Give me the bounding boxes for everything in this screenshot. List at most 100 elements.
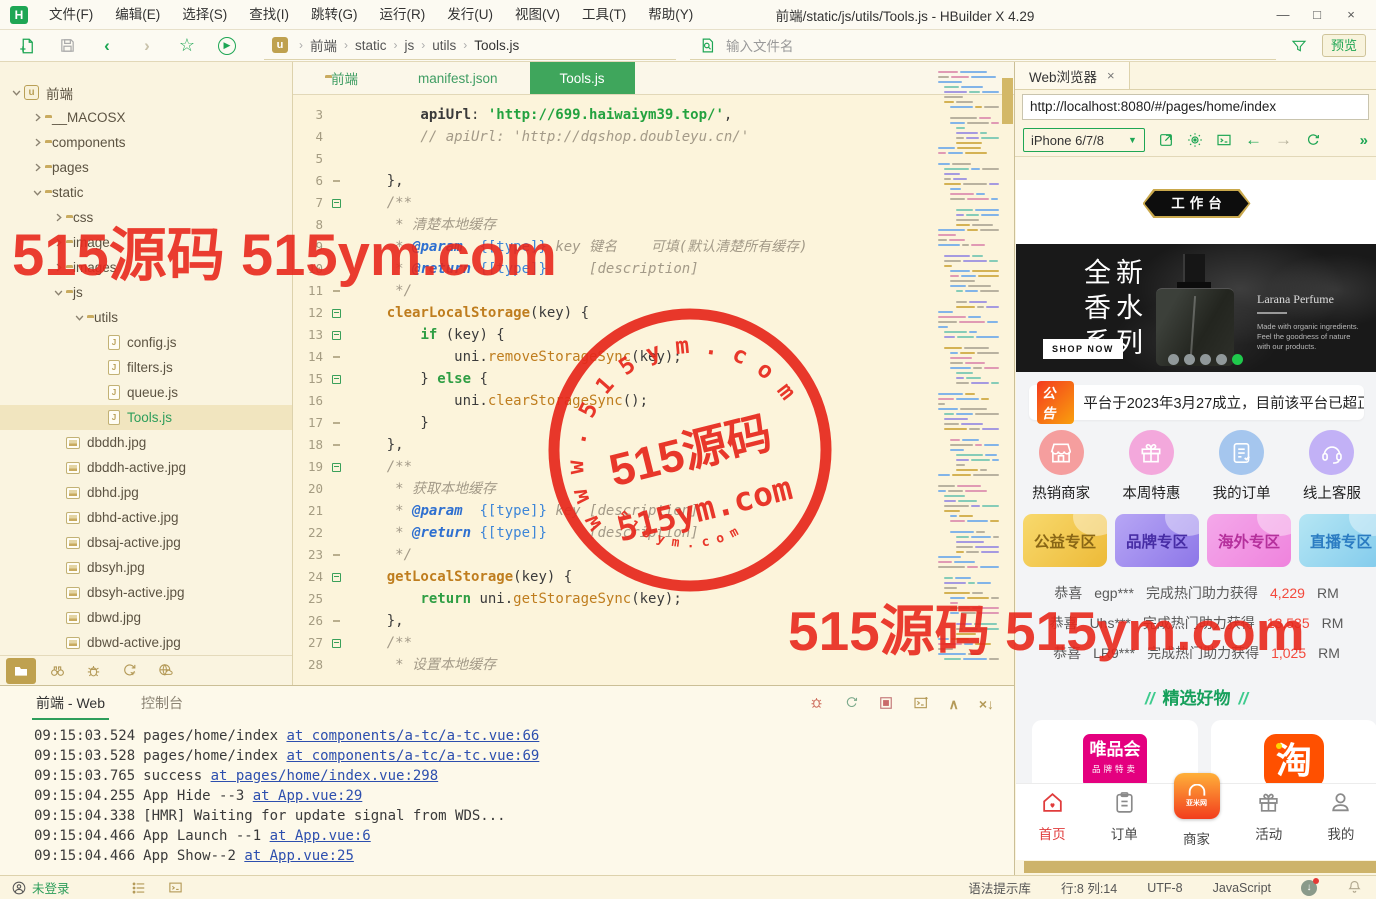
zone-card[interactable]: 品牌专区 — [1115, 514, 1199, 567]
tab-商家[interactable]: 亚米网商家 — [1160, 784, 1232, 840]
quick-link-headset[interactable]: 线上客服 — [1287, 430, 1376, 503]
new-file-icon[interactable] — [14, 35, 40, 57]
breadcrumb-item[interactable]: utils — [432, 38, 456, 53]
code-line[interactable]: 20 * 获取本地缓存 — [293, 478, 934, 500]
code-line[interactable]: 27 /** — [293, 632, 934, 654]
close-button[interactable]: × — [1334, 0, 1368, 30]
carousel-dot[interactable] — [1184, 354, 1195, 365]
bookmark-star-icon[interactable]: ☆ — [174, 35, 200, 57]
stop-icon[interactable] — [879, 696, 893, 713]
console-window-icon[interactable] — [1216, 132, 1232, 148]
code-line[interactable]: 14 uni.removeStorageSync(key); — [293, 346, 934, 368]
chevron-right-icon[interactable] — [50, 260, 66, 276]
code-line[interactable]: 22 * @return {[type]} [description] — [293, 522, 934, 544]
tree-item-js[interactable]: js — [0, 280, 292, 305]
zone-card[interactable]: 海外专区 — [1207, 514, 1291, 567]
chevron-right-icon[interactable] — [50, 235, 66, 251]
code-line[interactable]: 16 uni.clearStorageSync(); — [293, 390, 934, 412]
cursor-position[interactable]: 行:8 列:14 — [1061, 878, 1117, 897]
carousel-dot[interactable] — [1168, 354, 1179, 365]
workbench-badge[interactable]: 工作台 — [1143, 189, 1251, 218]
tab-活动[interactable]: 活动 — [1233, 784, 1305, 840]
menu-item[interactable]: 发行(U) — [436, 0, 504, 30]
search-input[interactable]: 输入文件名 — [726, 35, 794, 55]
tree-item-utils[interactable]: utils — [0, 305, 292, 330]
tree-item-images[interactable]: images — [0, 255, 292, 280]
debug-tab-icon[interactable] — [78, 658, 108, 684]
code-line[interactable]: 3 apiUrl: 'http://699.haiwaiym39.top/', — [293, 104, 934, 126]
restart-icon[interactable] — [844, 695, 859, 713]
code-line[interactable]: 7 /** — [293, 192, 934, 214]
code-line[interactable]: 28 * 设置本地缓存 — [293, 654, 934, 676]
editor-tab-manifest-json[interactable]: manifest.json — [402, 62, 514, 94]
minimap[interactable] — [935, 65, 999, 681]
chevron-right-icon[interactable] — [29, 160, 45, 176]
tree-item-dbsyh-active-jpg[interactable]: dbsyh-active.jpg — [0, 580, 292, 605]
chevron-right-icon[interactable] — [50, 210, 66, 226]
carousel-dot[interactable] — [1216, 354, 1227, 365]
tree-item-dbwd-jpg[interactable]: dbwd.jpg — [0, 605, 292, 630]
preview-button[interactable]: 预览 — [1322, 34, 1366, 57]
quick-link-gift[interactable]: 本周特惠 — [1106, 430, 1196, 503]
web-tab-icon[interactable] — [150, 658, 180, 684]
log-source-link[interactable]: at App.vue:29 — [253, 788, 363, 804]
tree-item-dbwd-active-jpg[interactable]: dbwd-active.jpg — [0, 630, 292, 655]
carousel-dot[interactable] — [1232, 354, 1243, 365]
breadcrumb-item[interactable]: js — [405, 38, 415, 53]
fold-marker-icon[interactable] — [327, 368, 345, 390]
log-source-link[interactable]: at components/a-tc/a-tc.vue:69 — [286, 748, 539, 764]
code-line[interactable]: 11 */ — [293, 280, 934, 302]
code-line[interactable]: 26 }, — [293, 610, 934, 632]
log-source-link[interactable]: at App.vue:6 — [270, 828, 371, 844]
save-icon[interactable] — [54, 35, 80, 57]
code-line[interactable]: 4 // apiUrl: 'http://dqshop.doubleyu.cn/… — [293, 126, 934, 148]
more-icon[interactable]: » — [1360, 132, 1368, 149]
fold-marker-icon[interactable] — [327, 192, 345, 214]
tab-订单[interactable]: 订单 — [1088, 784, 1160, 840]
breadcrumb[interactable]: u › 前端›static›js›utils›Tools.js — [264, 32, 676, 60]
console-tab-web[interactable]: 前端 - Web — [36, 686, 105, 722]
chevron-down-icon[interactable] — [50, 285, 66, 301]
tree-item-tools-js[interactable]: JTools.js — [0, 405, 292, 430]
code-line[interactable]: 12 clearLocalStorage(key) { — [293, 302, 934, 324]
fold-marker-icon[interactable] — [327, 302, 345, 324]
console-tab-console[interactable]: 控制台 — [141, 686, 183, 722]
fold-marker-icon[interactable] — [327, 566, 345, 588]
filter-funnel-icon[interactable] — [1286, 35, 1312, 57]
refresh-tab-icon[interactable] — [114, 658, 144, 684]
chevron-right-icon[interactable] — [29, 110, 45, 126]
code-line[interactable]: 8 * 清楚本地缓存 — [293, 214, 934, 236]
hscrollbar-thumb[interactable] — [1024, 861, 1376, 873]
tab-首页[interactable]: 首页 — [1016, 784, 1088, 840]
menu-item[interactable]: 视图(V) — [504, 0, 571, 30]
tree-item-queue-js[interactable]: Jqueue.js — [0, 380, 292, 405]
zone-card[interactable]: 公益专区 — [1023, 514, 1107, 567]
fold-marker-icon[interactable] — [327, 324, 345, 346]
nav-back-icon[interactable]: ← — [1245, 130, 1262, 150]
code-line[interactable]: 6 }, — [293, 170, 934, 192]
log-source-link[interactable]: at App.vue:25 — [244, 848, 354, 864]
update-download-icon[interactable]: ↓ — [1301, 880, 1317, 896]
quick-link-order[interactable]: 我的订单 — [1197, 430, 1287, 503]
web-browser-tab[interactable]: Web浏览器× — [1015, 62, 1130, 89]
menu-item[interactable]: 编辑(E) — [104, 0, 171, 30]
tree-item-pages[interactable]: pages — [0, 155, 292, 180]
menu-item[interactable]: 工具(T) — [571, 0, 637, 30]
tree-item-filters-js[interactable]: Jfilters.js — [0, 355, 292, 380]
browser-hscrollbar[interactable] — [1016, 860, 1376, 875]
chevron-right-icon[interactable] — [29, 135, 45, 151]
editor-tab---[interactable]: 前端 — [309, 62, 374, 94]
encoding[interactable]: UTF-8 — [1147, 881, 1182, 895]
syntax-hint-lib[interactable]: 语法提示库 — [968, 878, 1031, 897]
breadcrumb-item[interactable]: Tools.js — [474, 38, 519, 53]
address-bar[interactable]: http://localhost:8080/#/pages/home/index — [1015, 90, 1376, 124]
file-search-box[interactable]: 输入文件名 — [690, 32, 1276, 60]
tree-item-dbddh-active-jpg[interactable]: dbddh-active.jpg — [0, 455, 292, 480]
hero-banner[interactable]: 全新香水系列 SHOP NOW Larana Perfume Made with… — [1016, 244, 1376, 372]
menu-item[interactable]: 跳转(G) — [300, 0, 369, 30]
code-line[interactable]: 24 getLocalStorage(key) { — [293, 566, 934, 588]
code-line[interactable]: 15 } else { — [293, 368, 934, 390]
fold-marker-icon[interactable] — [327, 456, 345, 478]
code-line[interactable]: 17 } — [293, 412, 934, 434]
debug-console-icon[interactable] — [809, 695, 824, 713]
